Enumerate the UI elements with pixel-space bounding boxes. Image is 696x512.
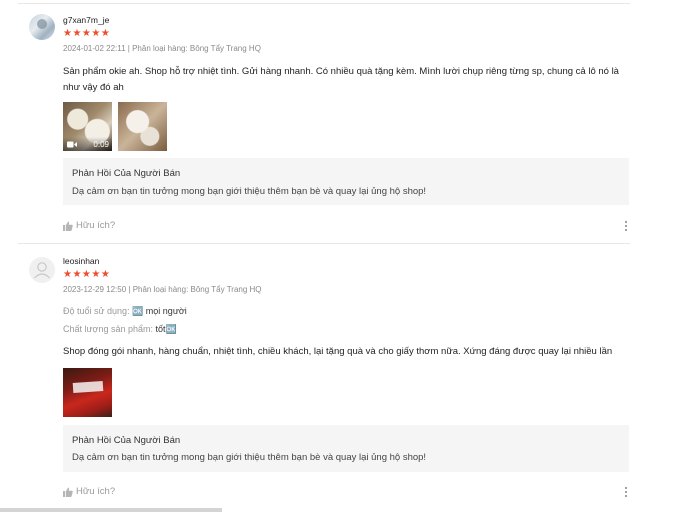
more-options-icon[interactable] <box>624 220 628 232</box>
helpful-button[interactable]: Hữu ích? <box>63 486 115 497</box>
attribute-label: Chất lượng sản phẩm: <box>63 324 153 334</box>
star-rating: ★★★★★ <box>63 269 111 280</box>
attribute-value: tốt🆗 <box>155 324 177 334</box>
video-camera-icon <box>67 141 77 148</box>
reviewer-username[interactable]: g7xan7m_je <box>63 15 109 25</box>
helpful-button[interactable]: Hữu ích? <box>63 220 115 231</box>
review-video-thumbnail[interactable]: 0:09 <box>63 102 112 151</box>
review-attribute-age: Độ tuổi sử dụng: 🆗 mọi người <box>63 306 187 317</box>
seller-reply-text: Dạ cảm ơn bạn tin tưởng mong bạn giới th… <box>72 186 427 197</box>
review-divider <box>18 243 630 244</box>
attribute-value: 🆗 mọi người <box>132 306 187 316</box>
review-meta: 2023-12-29 12:50 | Phân loại hàng: Bông … <box>63 285 262 294</box>
more-options-icon[interactable] <box>624 486 628 498</box>
product-box-label <box>72 380 104 394</box>
seller-reply-title: Phản Hồi Của Người Bán <box>72 435 181 446</box>
thumbs-up-icon <box>63 221 73 231</box>
review-item: g7xan7m_je ★★★★★ 2024-01-02 22:11 | Phân… <box>18 0 638 245</box>
seller-reply-text: Dạ cảm ơn bạn tin tưởng mong bạn giới th… <box>72 452 427 463</box>
review-attribute-quality: Chất lượng sản phẩm: tốt🆗 <box>63 324 177 335</box>
video-duration: 0:09 <box>93 140 109 149</box>
helpful-label: Hữu ích? <box>76 220 116 231</box>
seller-reply: Phản Hồi Của Người Bán Dạ cảm ơn bạn tin… <box>63 425 629 472</box>
star-rating: ★★★★★ <box>63 28 111 39</box>
helpful-label: Hữu ích? <box>76 486 116 497</box>
seller-reply-title: Phản Hồi Của Người Bán <box>72 168 181 179</box>
review-photo-thumbnail[interactable] <box>118 102 167 151</box>
review-text: Shop đóng gói nhanh, hàng chuẩn, nhiệt t… <box>63 346 613 357</box>
review-photo-thumbnail[interactable] <box>63 368 112 417</box>
review-meta: 2024-01-02 22:11 | Phân loại hàng: Bông … <box>63 44 261 53</box>
review-item: leosinhan ★★★★★ 2023-12-29 12:50 | Phân … <box>18 245 638 510</box>
avatar[interactable] <box>29 257 55 283</box>
avatar[interactable] <box>29 14 55 40</box>
default-user-icon <box>34 262 50 279</box>
reviewer-username[interactable]: leosinhan <box>63 256 99 266</box>
seller-reply: Phản Hồi Của Người Bán Dạ cảm ơn bạn tin… <box>63 158 629 205</box>
horizontal-scrollbar[interactable] <box>0 508 222 512</box>
thumbs-up-icon <box>63 487 73 497</box>
attribute-label: Độ tuổi sử dụng: <box>63 306 130 316</box>
review-text: Sản phẩm okie ah. Shop hỗ trợ nhiệt tình… <box>63 66 619 93</box>
